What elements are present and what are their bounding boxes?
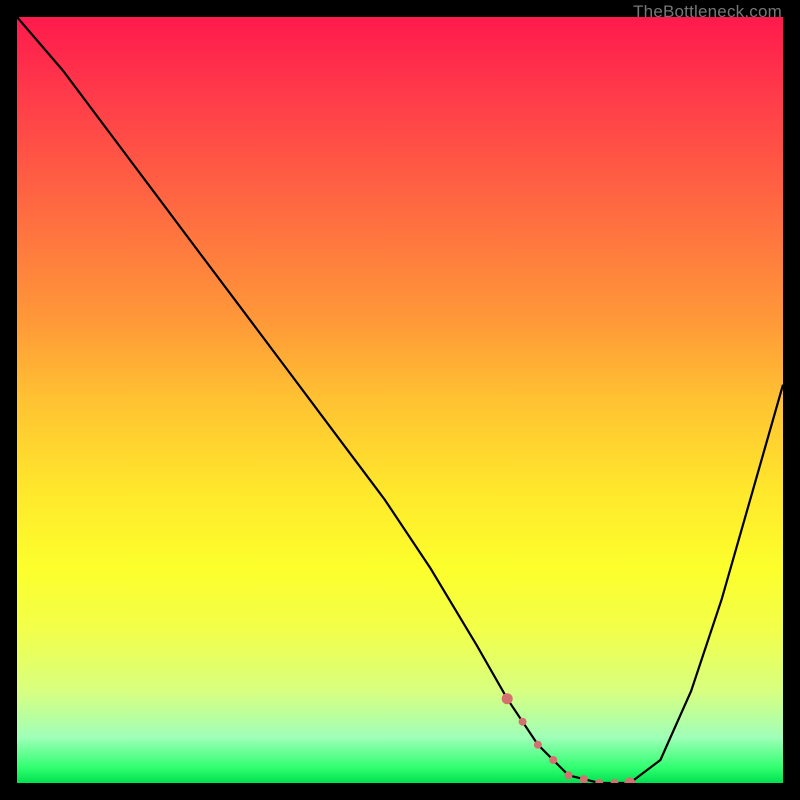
watermark-text: TheBottleneck.com	[633, 2, 782, 22]
chart-area	[17, 17, 783, 783]
bottleneck-curve	[17, 17, 783, 783]
